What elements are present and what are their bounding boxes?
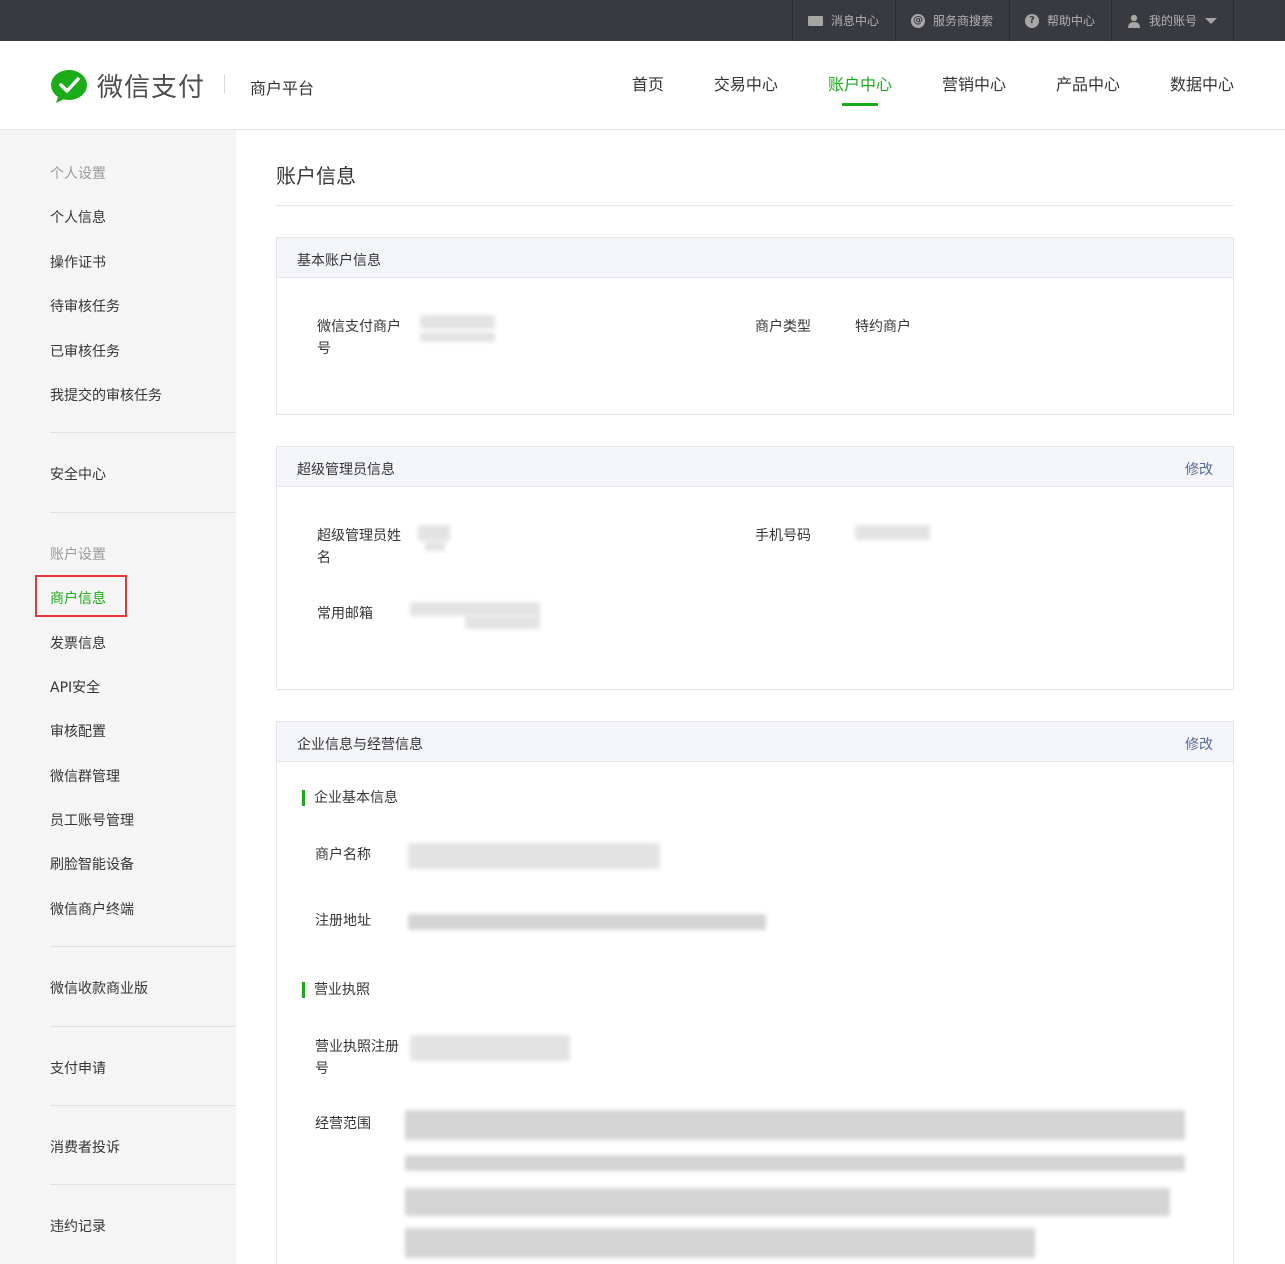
enterprise-panel: 企业信息与经营信息 修改 [276, 721, 1234, 1264]
top-bar: 消息中心 @ 服务商搜索 ? 帮助中心 我的账号 [0, 0, 1285, 41]
license-no-value-blurred [410, 1035, 570, 1061]
sidebar-item-staff-accounts[interactable]: 员工账号管理 [50, 810, 134, 830]
sidebar-item-wechat-group[interactable]: 微信群管理 [50, 766, 120, 786]
business-scope-value-blurred [405, 1110, 1185, 1140]
nav-product[interactable]: 产品中心 [1056, 71, 1120, 111]
sidebar-item-security[interactable]: 安全中心 [50, 464, 106, 484]
merchant-name-label: 商户名称 [315, 847, 371, 863]
provider-search-link[interactable]: @ 服务商搜索 [894, 0, 1009, 41]
admin-edit-link[interactable]: 修改 [1185, 459, 1213, 479]
platform-label: 商户平台 [250, 79, 315, 98]
merchant-id-value-blurred [420, 332, 495, 342]
sidebar-item-reviewed[interactable]: 已审核任务 [50, 341, 120, 361]
address-label: 注册地址 [315, 913, 371, 929]
sidebar-divider [50, 1105, 236, 1106]
sidebar-item-invoice[interactable]: 发票信息 [50, 633, 106, 653]
sidebar-item-merchant-info[interactable]: 商户信息 [50, 588, 106, 608]
sidebar-item-api-security[interactable]: API安全 [50, 677, 100, 697]
email-value-blurred [465, 615, 540, 629]
email-value-blurred [410, 602, 540, 616]
logo[interactable]: 微信支付 [50, 67, 205, 104]
top-bar-items: 消息中心 @ 服务商搜索 ? 帮助中心 我的账号 [791, 0, 1234, 41]
nav-data[interactable]: 数据中心 [1170, 71, 1234, 111]
sidebar-item-complaint[interactable]: 消费者投诉 [50, 1137, 120, 1157]
nav-trade[interactable]: 交易中心 [714, 71, 778, 111]
help-center-link[interactable]: ? 帮助中心 [1008, 0, 1111, 41]
panel-title: 企业信息与经营信息 [297, 737, 423, 753]
enterprise-edit-link[interactable]: 修改 [1185, 734, 1213, 754]
panel-header: 基本账户信息 [277, 238, 1233, 278]
business-scope-label: 经营范围 [315, 1116, 371, 1132]
phone-value-blurred [855, 525, 930, 540]
provider-search-label: 服务商搜索 [932, 14, 993, 28]
panel-header: 超级管理员信息 修改 [277, 447, 1233, 487]
sidebar-item-personal-info[interactable]: 个人信息 [50, 207, 106, 227]
sidebar-divider [50, 432, 236, 433]
merchant-id-label: 微信支付商户号 [317, 319, 401, 357]
main-nav: 首页 交易中心 账户中心 营销中心 产品中心 数据中心 [582, 71, 1234, 111]
license-no-label: 营业执照注册号 [315, 1039, 399, 1077]
business-scope-value-blurred [405, 1188, 1170, 1216]
envelope-icon [807, 15, 823, 26]
logo-text: 微信支付 [97, 73, 206, 103]
admin-name-value-blurred [418, 525, 450, 541]
caret-down-icon [1205, 17, 1217, 24]
merchant-name-value-blurred [408, 843, 660, 869]
help-center-label: 帮助中心 [1046, 14, 1095, 28]
panel-header: 企业信息与经营信息 修改 [277, 722, 1233, 762]
admin-name-label: 超级管理员姓名 [317, 528, 401, 566]
sidebar-item-my-submitted[interactable]: 我提交的审核任务 [50, 385, 162, 405]
wechat-pay-logo-icon [51, 69, 87, 103]
sidebar-divider [50, 512, 236, 513]
title-divider [276, 205, 1234, 206]
sidebar-divider [50, 1184, 236, 1185]
sidebar-item-pro-edition[interactable]: 微信收款商业版 [50, 978, 148, 998]
sidebar-item-certificate[interactable]: 操作证书 [50, 252, 106, 272]
sidebar-item-pay-apply[interactable]: 支付申请 [50, 1058, 106, 1078]
panel-title: 超级管理员信息 [297, 462, 395, 478]
sidebar-divider [50, 1026, 236, 1027]
phone-label: 手机号码 [755, 528, 811, 544]
sidebar-divider [50, 946, 236, 947]
email-label: 常用邮箱 [317, 606, 373, 622]
merchant-type-label: 商户类型 [755, 319, 811, 335]
message-center-label: 消息中心 [830, 14, 879, 28]
merchant-id-value-blurred [420, 315, 495, 329]
sidebar-group-account: 账户设置 [50, 547, 106, 563]
user-icon [1127, 14, 1140, 28]
sidebar-item-face-device[interactable]: 刷脸智能设备 [50, 854, 134, 874]
panel-title: 基本账户信息 [297, 253, 381, 269]
admin-panel: 超级管理员信息 修改 [276, 446, 1234, 690]
business-scope-value-blurred [405, 1228, 1035, 1258]
search-circle-icon: @ [910, 13, 925, 28]
sidebar-item-pending-review[interactable]: 待审核任务 [50, 296, 120, 316]
business-scope-value-blurred [405, 1155, 1185, 1171]
address-value-blurred [408, 914, 766, 930]
merchant-type-value: 特约商户 [855, 319, 911, 335]
sidebar-item-review-config[interactable]: 审核配置 [50, 721, 106, 741]
logo-separator [224, 75, 225, 93]
my-account-menu[interactable]: 我的账号 [1110, 0, 1234, 41]
sidebar-item-violation[interactable]: 违约记录 [50, 1216, 106, 1236]
nav-home[interactable]: 首页 [632, 71, 664, 111]
admin-name-value-blurred [425, 541, 445, 551]
page-title: 账户信息 [276, 164, 356, 188]
sidebar-item-terminal[interactable]: 微信商户终端 [50, 899, 134, 919]
license-subtitle: 营业执照 [302, 982, 370, 998]
header: 微信支付 商户平台 首页 交易中心 账户中心 营销中心 产品中心 数据中心 [0, 41, 1285, 130]
nav-account[interactable]: 账户中心 [828, 71, 892, 111]
question-icon: ? [1024, 13, 1039, 28]
enterprise-basic-subtitle: 企业基本信息 [302, 790, 398, 806]
sidebar: 个人设置 个人信息 操作证书 待审核任务 已审核任务 我提交的审核任务 安全中心… [0, 130, 236, 1264]
my-account-label: 我的账号 [1148, 14, 1197, 28]
nav-marketing[interactable]: 营销中心 [942, 71, 1006, 111]
message-center-link[interactable]: 消息中心 [791, 0, 895, 41]
sidebar-group-personal: 个人设置 [50, 166, 106, 182]
